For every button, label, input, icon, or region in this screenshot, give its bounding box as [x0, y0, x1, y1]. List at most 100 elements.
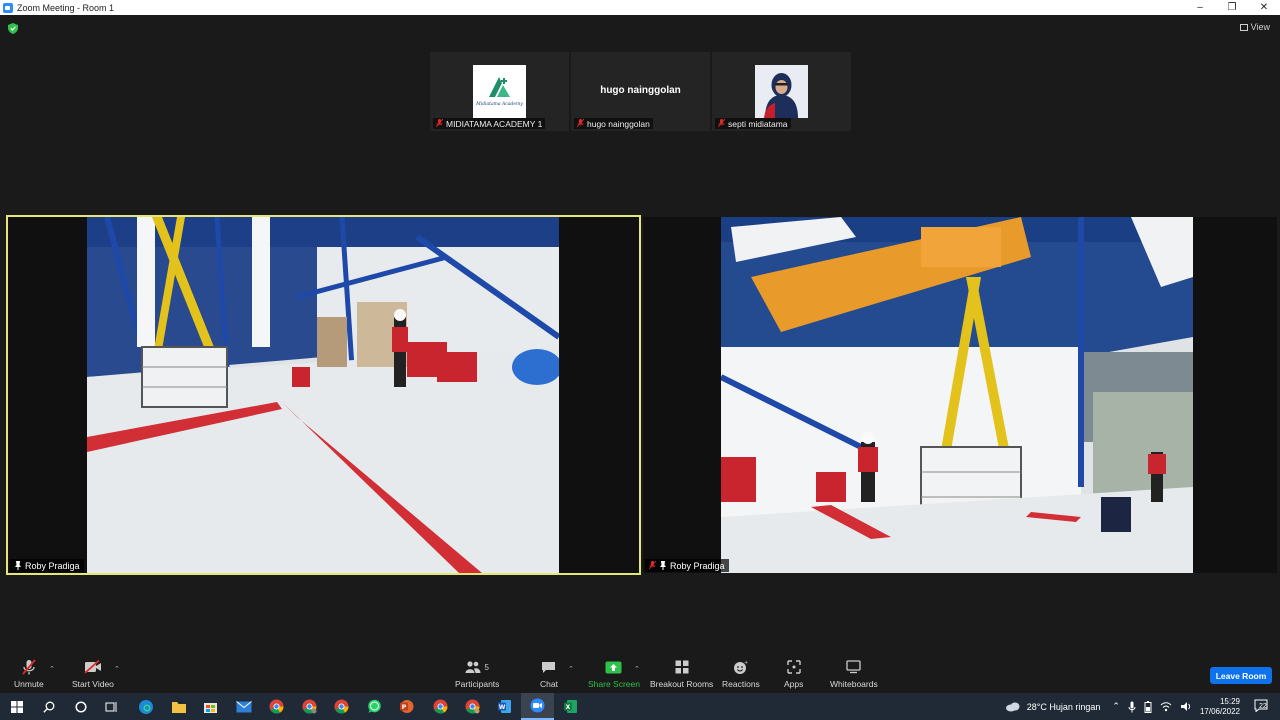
mic-muted-icon — [649, 561, 656, 570]
pin-icon — [15, 561, 21, 570]
chat-button[interactable]: Chat — [540, 659, 558, 689]
windows-taskbar: P W X 28°C Hujan ringan ⌃ 15:29 17/06/20… — [0, 693, 1280, 720]
restore-icon[interactable]: ❐ — [1216, 0, 1248, 15]
notifications-count: 22 — [1259, 703, 1267, 710]
reactions-smiley-icon: + — [733, 659, 748, 675]
word-icon[interactable]: W — [488, 693, 521, 720]
participants-icon — [465, 661, 481, 673]
encryption-shield-icon[interactable] — [8, 23, 18, 34]
store-icon[interactable] — [194, 693, 227, 720]
mic-muted-icon — [436, 119, 443, 128]
video-off-icon — [84, 659, 102, 675]
leave-room-button[interactable]: Leave Room — [1210, 667, 1272, 684]
breakout-rooms-icon — [675, 659, 689, 675]
participant-tile[interactable]: Midiatama Academy MIDIATAMA ACADEMY 1 — [430, 52, 569, 131]
whatsapp-icon[interactable] — [358, 693, 391, 720]
video-name-label: Roby Pradiga — [10, 559, 84, 572]
start-video-label: Start Video — [72, 679, 114, 689]
chrome-icon[interactable] — [293, 693, 326, 720]
battery-icon[interactable] — [1144, 700, 1152, 713]
mic-muted-icon — [22, 659, 36, 675]
zoom-icon[interactable] — [521, 693, 554, 720]
view-button[interactable]: View — [1239, 22, 1270, 32]
pin-icon — [660, 561, 666, 570]
share-screen-label: Share Screen — [588, 679, 640, 689]
video-options-chevron-icon[interactable]: ⌃ — [114, 665, 120, 673]
cortana-icon[interactable] — [64, 693, 97, 720]
svg-text:P: P — [402, 703, 407, 711]
share-screen-button[interactable]: Share Screen — [588, 659, 640, 689]
participant-tile[interactable]: septi midiatama — [712, 52, 851, 131]
apps-label: Apps — [784, 679, 804, 689]
chat-bubble-icon — [541, 659, 556, 675]
apps-button[interactable]: Apps — [784, 659, 803, 689]
file-explorer-icon[interactable] — [162, 693, 195, 720]
share-screen-icon — [605, 659, 622, 675]
windows-start-icon[interactable] — [0, 693, 33, 720]
tray-chevron-icon[interactable]: ⌃ — [1112, 701, 1120, 712]
task-view-icon[interactable] — [95, 693, 128, 720]
crane-video-feed — [721, 217, 1193, 573]
reactions-button[interactable]: + Reactions — [722, 659, 760, 690]
notifications-button[interactable]: 22 — [1254, 699, 1268, 714]
participants-count: 5 — [484, 662, 489, 672]
video-tile[interactable]: Roby Pradiga — [643, 217, 1277, 573]
view-label: View — [1250, 22, 1270, 32]
breakout-rooms-label: Breakout Rooms — [650, 679, 714, 689]
minimize-icon[interactable]: – — [1184, 0, 1216, 15]
participant-name: MIDIATAMA ACADEMY 1 — [446, 118, 543, 129]
share-options-chevron-icon[interactable]: ⌃ — [634, 665, 640, 673]
warehouse-video-feed — [87, 217, 559, 573]
participant-tile[interactable]: hugo nainggolan hugo nainggolan — [571, 52, 710, 131]
mic-muted-icon — [577, 119, 584, 128]
audio-options-chevron-icon[interactable]: ⌃ — [49, 665, 55, 673]
unmute-button[interactable]: Unmute — [14, 659, 44, 689]
search-icon[interactable] — [32, 693, 65, 720]
clock-time: 15:29 — [1219, 696, 1240, 706]
close-icon[interactable]: ✕ — [1248, 0, 1280, 15]
chat-label: Chat — [540, 679, 558, 689]
breakout-rooms-button[interactable]: Breakout Rooms — [650, 659, 713, 689]
participant-display-name: hugo nainggolan — [600, 85, 681, 96]
microphone-icon[interactable] — [1128, 701, 1136, 713]
clock-date: 17/06/2022 — [1199, 706, 1240, 716]
video-participant-name: Roby Pradiga — [670, 560, 725, 571]
excel-icon[interactable]: X — [554, 693, 587, 720]
participant-name: hugo nainggolan — [587, 118, 650, 129]
system-tray: 28°C Hujan ringan ⌃ 15:29 17/06/2022 22 — [1005, 693, 1280, 720]
svg-text:W: W — [499, 704, 506, 711]
taskbar-clock[interactable]: 15:29 17/06/2022 — [1200, 697, 1240, 717]
reactions-label: Reactions — [722, 679, 760, 689]
svg-text:X: X — [566, 704, 571, 711]
chrome-icon[interactable] — [424, 693, 457, 720]
zoom-app-icon — [3, 2, 13, 13]
chat-options-chevron-icon[interactable]: ⌃ — [568, 665, 574, 673]
chrome-icon[interactable] — [325, 693, 358, 720]
weather-cloud-icon[interactable] — [1005, 701, 1021, 712]
chrome-icon[interactable] — [456, 693, 489, 720]
chrome-icon[interactable] — [260, 693, 293, 720]
video-name-label: Roby Pradiga — [645, 559, 729, 572]
participants-label: Participants — [455, 679, 500, 689]
apps-icon — [786, 659, 801, 675]
whiteboard-icon — [846, 659, 862, 675]
svg-text:Midiatama Academy: Midiatama Academy — [475, 101, 523, 107]
gallery-strip: Midiatama Academy MIDIATAMA ACADEMY 1 hu… — [430, 52, 851, 131]
svg-text:+: + — [744, 660, 748, 666]
start-video-button[interactable]: Start Video — [72, 659, 114, 689]
volume-icon[interactable] — [1180, 701, 1192, 712]
video-tile-active[interactable]: Roby Pradiga — [6, 215, 641, 575]
weather-text[interactable]: 28°C Hujan ringan — [1027, 702, 1101, 712]
edge-icon[interactable] — [129, 693, 162, 720]
mic-muted-icon — [718, 119, 725, 128]
participants-button[interactable]: 5 Participants — [455, 659, 499, 689]
powerpoint-icon[interactable]: P — [390, 693, 423, 720]
wifi-icon[interactable] — [1160, 701, 1172, 712]
title-bar: Zoom Meeting - Room 1 – ❐ ✕ — [0, 0, 1280, 15]
window-title: Zoom Meeting - Room 1 — [17, 2, 115, 13]
participant-avatar — [755, 65, 808, 118]
whiteboards-button[interactable]: Whiteboards — [830, 659, 878, 689]
view-grid-icon — [1239, 23, 1248, 31]
mail-icon[interactable] — [227, 693, 260, 720]
participant-name: septi midiatama — [728, 118, 788, 129]
